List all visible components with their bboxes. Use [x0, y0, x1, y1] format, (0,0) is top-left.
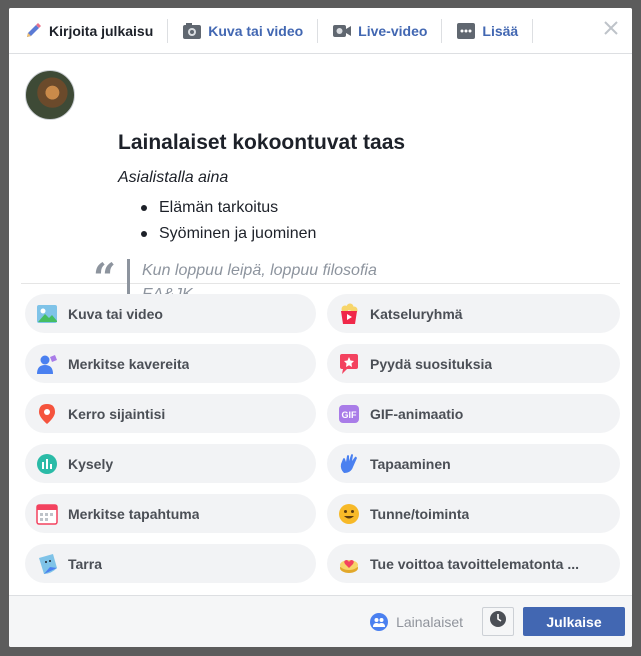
camera-icon — [182, 21, 202, 41]
close-icon — [603, 20, 619, 41]
audience-label: Lainalaiset — [396, 613, 463, 630]
calendar-icon — [35, 502, 59, 526]
sticker-icon — [35, 552, 59, 576]
create-post-dialog: Kirjoita julkaisu Kuva tai video Live-vi… — [9, 8, 632, 647]
post-title: Lainalaiset kokoontuvat taas — [118, 131, 406, 154]
action-poll[interactable]: Kysely — [25, 444, 316, 483]
quote-line: Kun loppuu leipä, loppuu filosofia — [142, 262, 377, 279]
tag-friends-icon — [35, 352, 59, 376]
popcorn-icon — [337, 302, 361, 326]
list-item: Syöminen ja juominen — [141, 223, 316, 249]
smiley-icon — [337, 502, 361, 526]
tab-photo-video[interactable]: Kuva tai video — [168, 18, 319, 43]
action-tag-friends[interactable]: Merkitse kavereita — [25, 344, 316, 383]
pencil-icon — [23, 21, 43, 41]
more-icon — [456, 21, 476, 41]
action-check-in[interactable]: Kerro sijaintisi — [25, 394, 316, 433]
tab-label: Kirjoita julkaisu — [49, 22, 154, 39]
post-actions-grid: Kuva tai video Katseluryhmä Merkitse kav… — [25, 294, 620, 583]
avatar — [25, 70, 75, 120]
composer-footer: Lainalaiset Julkaise — [9, 595, 632, 647]
recommendation-icon — [337, 352, 361, 376]
group-icon — [370, 612, 389, 631]
action-support-nonprofit[interactable]: Tue voittoa tavoittelematonta ... — [327, 544, 620, 583]
location-pin-icon — [35, 402, 59, 426]
wave-hand-icon — [337, 452, 361, 476]
gif-icon: GIF — [337, 402, 361, 426]
post-bullet-list: Elämän tarkoitus Syöminen ja juominen — [141, 197, 316, 249]
poll-icon — [35, 452, 59, 476]
composer-tabs: Kirjoita julkaisu Kuva tai video Live-vi… — [9, 8, 632, 54]
schedule-button[interactable] — [482, 607, 514, 636]
publish-button[interactable]: Julkaise — [523, 607, 625, 636]
audience-selector[interactable]: Lainalaiset — [370, 612, 463, 631]
action-meetup[interactable]: Tapaaminen — [327, 444, 620, 483]
post-composer[interactable]: Lainalaiset kokoontuvat taas Asialistall… — [21, 54, 620, 318]
svg-text:GIF: GIF — [342, 410, 358, 420]
tab-label: Kuva tai video — [208, 22, 304, 39]
tab-more[interactable]: Lisää — [442, 18, 534, 43]
tab-live-video[interactable]: Live-video — [318, 18, 443, 43]
action-watch-party[interactable]: Katseluryhmä — [327, 294, 620, 333]
post-subtitle: Asialistalla aina — [118, 169, 229, 186]
quote-icon: “ — [93, 255, 117, 302]
video-camera-icon — [332, 21, 352, 41]
close-button[interactable] — [602, 20, 620, 41]
action-photo-video[interactable]: Kuva tai video — [25, 294, 316, 333]
tab-label: Live-video — [358, 22, 428, 39]
tab-write-post[interactable]: Kirjoita julkaisu — [9, 18, 169, 43]
action-ask-recommendations[interactable]: Pyydä suosituksia — [327, 344, 620, 383]
list-item: Elämän tarkoitus — [141, 197, 316, 223]
action-sticker[interactable]: Tarra — [25, 544, 316, 583]
donate-icon — [337, 552, 361, 576]
action-gif[interactable]: GIF GIF-animaatio — [327, 394, 620, 433]
clock-icon — [489, 610, 507, 633]
photo-icon — [35, 302, 59, 326]
tab-label: Lisää — [482, 22, 519, 39]
action-feeling-activity[interactable]: Tunne/toiminta — [327, 494, 620, 533]
action-life-event[interactable]: Merkitse tapahtuma — [25, 494, 316, 533]
